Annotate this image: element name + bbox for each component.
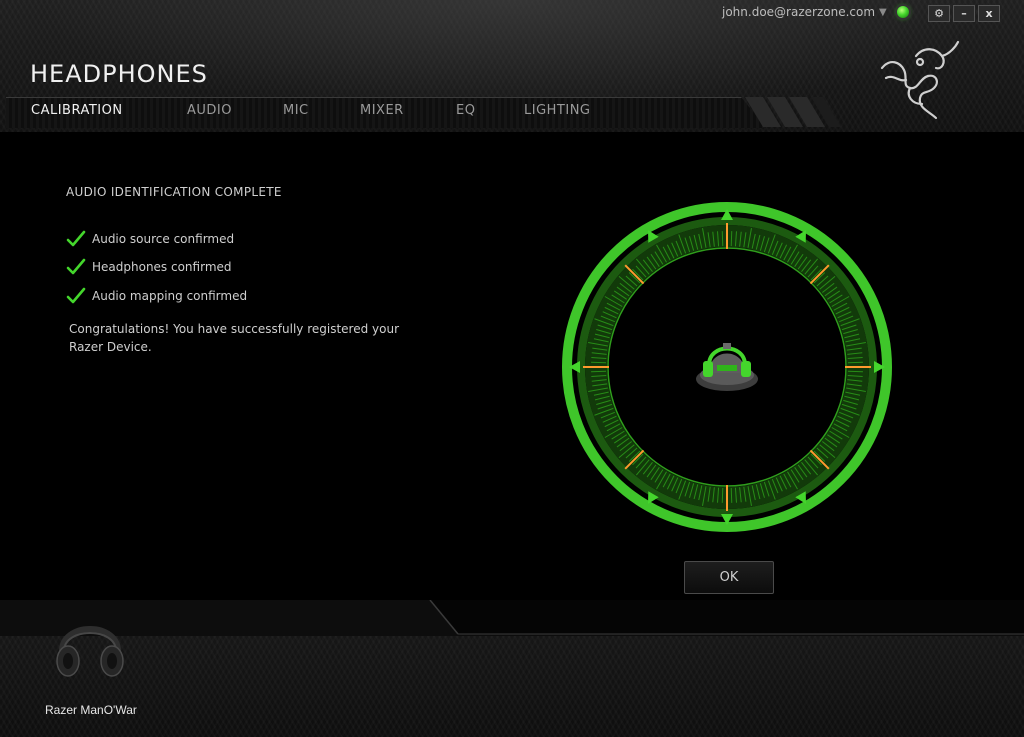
calibration-status-title: AUDIO IDENTIFICATION COMPLETE: [66, 185, 282, 199]
dial-tick: [730, 231, 733, 247]
window-controls: ⚙ – x: [928, 5, 1000, 22]
dial-tick: [721, 487, 724, 503]
page-title: HEADPHONES: [30, 60, 208, 88]
check-label: Headphones confirmed: [92, 260, 232, 274]
dial-tick: [591, 370, 607, 373]
dial-tick: [591, 361, 607, 364]
check-item: Audio mapping confirmed: [66, 287, 247, 305]
dial-tick: [730, 487, 733, 503]
check-item: Headphones confirmed: [66, 258, 232, 276]
online-status-icon: [896, 6, 909, 18]
tab-bar: [6, 97, 766, 128]
headset-icon[interactable]: [52, 611, 128, 685]
check-label: Audio source confirmed: [92, 232, 235, 246]
dial-tick: [847, 370, 863, 373]
razer-logo: [880, 40, 960, 120]
user-head-icon: [696, 343, 758, 391]
tab-audio[interactable]: AUDIO: [187, 103, 232, 118]
settings-button[interactable]: ⚙: [928, 5, 950, 22]
tab-eq[interactable]: EQ: [456, 103, 475, 118]
tab-lighting[interactable]: LIGHTING: [524, 103, 591, 118]
check-item: Audio source confirmed: [66, 230, 234, 248]
device-name: Razer ManO'War: [45, 703, 137, 717]
tab-mic[interactable]: MIC: [283, 103, 309, 118]
footer-band: [0, 600, 1024, 636]
surround-calibration-dial: [562, 202, 892, 532]
account-email[interactable]: john.doe@razerzone.com: [722, 5, 875, 19]
success-message: Congratulations! You have successfully r…: [69, 322, 400, 354]
check-icon: [66, 230, 86, 247]
chevron-down-icon[interactable]: ▼: [879, 7, 887, 18]
check-icon: [66, 258, 86, 275]
check-icon: [66, 287, 86, 304]
tab-calibration[interactable]: CALIBRATION: [31, 103, 123, 118]
minimize-button[interactable]: –: [953, 5, 975, 22]
close-button[interactable]: x: [978, 5, 1000, 22]
dial-tick: [847, 361, 863, 364]
check-label: Audio mapping confirmed: [92, 289, 248, 303]
tab-mixer[interactable]: MIXER: [360, 103, 404, 118]
dial-tick: [721, 231, 724, 247]
ok-button[interactable]: OK: [684, 561, 774, 594]
tab-bar-decoration: [745, 97, 841, 127]
account-menu[interactable]: john.doe@razerzone.com ▼: [722, 5, 909, 19]
